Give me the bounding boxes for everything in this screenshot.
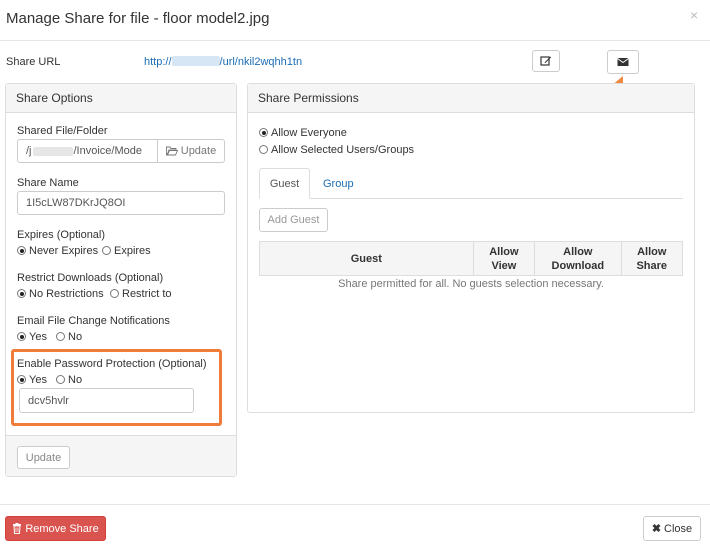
restrict-to-text: Restrict to (122, 288, 172, 300)
guest-table: Guest Allow View Allow Download Allow Share (259, 241, 684, 276)
add-guest-button[interactable]: Add Guest (259, 208, 328, 232)
email-notifications-label: Email File Change Notifications (17, 315, 170, 327)
col-allow-view-line1: Allow (489, 245, 519, 258)
browse-update-button[interactable]: Update (157, 139, 225, 163)
radio-selected-icon (17, 289, 26, 298)
allow-everyone-option[interactable]: Allow Everyone (259, 127, 347, 139)
allow-selected-text: Allow Selected Users/Groups (271, 144, 415, 156)
shared-file-input[interactable]: /j/Invoice/Mode (17, 139, 158, 163)
modal-title: Manage Share for file - floor model2.jpg (6, 10, 270, 27)
col-allow-view-line2: View (491, 259, 517, 272)
expires-text: Expires (114, 245, 151, 257)
shared-file-suffix: /Invoice/Mode (73, 145, 142, 157)
close-label: Close (664, 522, 693, 535)
share-name-input[interactable]: 1I5cLW87DKrJQ8OI (17, 191, 225, 215)
share-url-prefix: http:// (144, 56, 172, 68)
col-allow-download-line2: Download (551, 259, 605, 272)
password-no-option[interactable]: No (56, 374, 82, 386)
radio-selected-icon (17, 375, 26, 384)
envelope-icon (617, 58, 629, 66)
share-name-label: Share Name (17, 177, 79, 189)
col-guest: Guest (259, 241, 474, 276)
redacted-path (32, 146, 73, 156)
tab-guest[interactable]: Guest (259, 168, 310, 199)
col-allow-share: Allow Share (620, 241, 684, 276)
remove-share-button[interactable]: Remove Share (5, 516, 106, 541)
edit-icon (540, 56, 552, 66)
email-no-option[interactable]: No (56, 331, 82, 343)
empty-guests-message: Share permitted for all. No guests selec… (338, 278, 604, 290)
restrict-to-option[interactable]: Restrict to (110, 288, 172, 300)
radio-icon (110, 289, 119, 298)
trash-icon (13, 523, 22, 534)
shared-file-label: Shared File/Folder (17, 125, 108, 137)
radio-selected-icon (17, 246, 26, 255)
allow-selected-option[interactable]: Allow Selected Users/Groups (259, 144, 414, 156)
close-button[interactable]: ✖ Close (643, 516, 701, 541)
password-input[interactable]: dcv5hvlr (19, 388, 194, 413)
redacted-host (171, 56, 220, 66)
email-no-text: No (68, 331, 83, 343)
share-url-suffix: /url/nkil2wqhh1tn (219, 56, 303, 68)
col-allow-view: Allow View (472, 241, 536, 276)
browse-update-label: Update (180, 145, 217, 157)
share-permissions-heading: Share Permissions (248, 84, 694, 113)
edit-url-button[interactable] (532, 50, 560, 72)
expires-never-option[interactable]: Never Expires (17, 245, 98, 257)
col-allow-share-line1: Allow (637, 245, 667, 258)
radio-icon (102, 246, 111, 255)
share-url-link[interactable]: http:// /url/nkil2wqhh1tn (144, 56, 302, 68)
email-url-button[interactable] (607, 50, 639, 74)
restrict-label: Restrict Downloads (Optional) (17, 272, 164, 284)
remove-share-label: Remove Share (25, 522, 99, 535)
share-options-heading: Share Options (6, 84, 236, 113)
password-yes-option[interactable]: Yes (17, 374, 47, 386)
allow-everyone-text: Allow Everyone (271, 127, 347, 139)
expires-option[interactable]: Expires (102, 245, 151, 257)
password-protection-label: Enable Password Protection (Optional) (17, 358, 207, 370)
expires-label: Expires (Optional) (17, 229, 106, 241)
close-icon[interactable]: × (690, 7, 698, 23)
tab-group[interactable]: Group (323, 178, 354, 190)
close-x-icon: ✖ (651, 523, 662, 535)
col-allow-share-line2: Share (636, 259, 668, 272)
share-url-label: Share URL (6, 56, 61, 68)
col-allow-download: Allow Download (534, 241, 622, 276)
radio-selected-icon (259, 128, 268, 137)
update-button[interactable]: Update (17, 446, 70, 469)
radio-icon (56, 375, 65, 384)
radio-icon (259, 145, 268, 154)
header-divider (0, 40, 710, 41)
folder-open-icon (165, 146, 178, 156)
no-restrictions-text: No Restrictions (29, 288, 104, 300)
shared-file-prefix: /j (26, 145, 32, 157)
expires-never-text: Never Expires (29, 245, 99, 257)
email-yes-option[interactable]: Yes (17, 331, 47, 343)
radio-icon (56, 332, 65, 341)
radio-selected-icon (17, 332, 26, 341)
tabs-divider (259, 198, 683, 199)
footer-divider (0, 504, 710, 505)
col-allow-download-line1: Allow (563, 245, 593, 258)
email-yes-text: Yes (29, 331, 47, 343)
no-restrictions-option[interactable]: No Restrictions (17, 288, 104, 300)
password-no-text: No (68, 374, 83, 386)
password-yes-text: Yes (29, 374, 47, 386)
